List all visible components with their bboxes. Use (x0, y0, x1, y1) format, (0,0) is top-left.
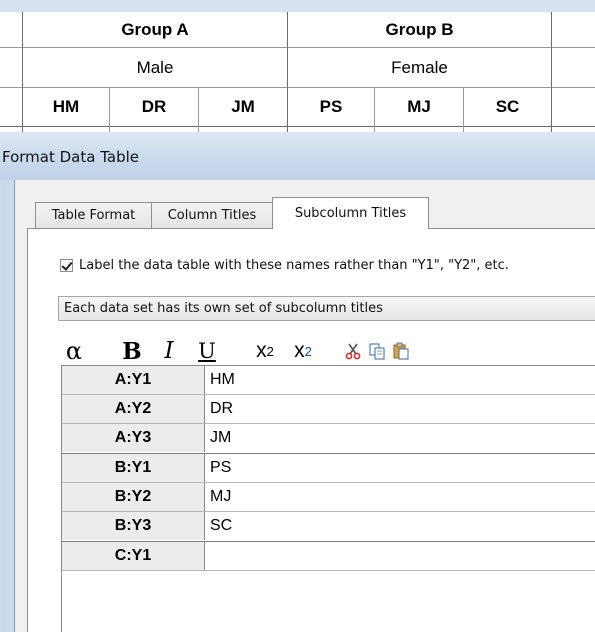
table-row: B:Y1 PS (62, 454, 595, 482)
format-data-table-dialog: Format Data Table Table Format Column Ti… (0, 132, 595, 632)
sheet-top-band (0, 0, 595, 12)
underline-icon[interactable]: U (196, 337, 218, 365)
tab-column-titles[interactable]: Column Titles (151, 202, 273, 228)
subcolumn-row-label: B:Y2 (62, 483, 205, 511)
subcolumn-header-mj[interactable]: MJ (375, 88, 463, 126)
grid-divider (62, 482, 595, 483)
subcolumn-title-field[interactable]: JM (206, 424, 595, 452)
sheet-column-border (551, 12, 552, 132)
subcolumn-title-field[interactable]: DR (206, 395, 595, 423)
subcolumn-row-label: C:Y1 (62, 542, 205, 570)
table-row: C:Y1 (62, 542, 595, 570)
group-b-header[interactable]: Group B (288, 12, 551, 47)
subcolumn-title-mode-select[interactable]: Each data set has its own set of subcolu… (58, 296, 595, 321)
grid-divider (62, 453, 595, 454)
dialog-title: Format Data Table (2, 148, 139, 166)
subcolumn-row-label: B:Y3 (62, 512, 205, 540)
paste-icon[interactable] (390, 337, 412, 365)
subcolumn-header-sc[interactable]: SC (464, 88, 551, 126)
subcolumn-title-field[interactable]: SC (206, 512, 595, 540)
subcolumn-title-field[interactable]: HM (206, 366, 595, 394)
sheet-column-border (287, 12, 288, 132)
group-b-subtitle[interactable]: Female (288, 48, 551, 87)
table-row: A:Y1 HM (62, 366, 595, 394)
subcolumn-title-field[interactable]: PS (206, 454, 595, 482)
table-row: A:Y3 JM (62, 424, 595, 452)
sheet-divider (0, 87, 595, 88)
copy-icon[interactable] (366, 337, 388, 365)
italic-icon[interactable]: I (160, 337, 178, 365)
subcolumn-row-label: B:Y1 (62, 454, 205, 482)
sheet-divider (0, 47, 595, 48)
grid-divider (62, 511, 595, 512)
grid-divider (62, 423, 595, 424)
group-a-header[interactable]: Group A (23, 12, 287, 47)
table-row: A:Y2 DR (62, 395, 595, 423)
subcolumn-header-ps[interactable]: PS (288, 88, 374, 126)
tab-table-format[interactable]: Table Format (35, 202, 152, 228)
tab-subcolumn-titles[interactable]: Subcolumn Titles (272, 197, 429, 229)
label-names-option[interactable]: Label the data table with these names ra… (60, 258, 509, 273)
grid-divider (62, 570, 595, 571)
sheet-column-border (463, 88, 464, 132)
bold-icon[interactable]: B (120, 337, 144, 365)
sheet-column-border (22, 12, 23, 132)
subcolumn-row-label: A:Y2 (62, 395, 205, 423)
table-row: B:Y3 SC (62, 512, 595, 540)
label-names-checkbox-label: Label the data table with these names ra… (79, 258, 509, 273)
subcolumn-title-field[interactable] (206, 542, 595, 570)
grid-divider (62, 541, 595, 542)
subcolumn-title-field[interactable]: MJ (206, 483, 595, 511)
subcolumn-header-dr[interactable]: DR (110, 88, 198, 126)
grid-divider (62, 394, 595, 395)
sheet-divider (0, 126, 595, 127)
group-a-subtitle[interactable]: Male (23, 48, 287, 87)
sheet-column-border (198, 88, 199, 132)
data-sheet-header: Group A Group B Male Female HM DR JM PS … (0, 0, 595, 132)
cut-icon[interactable] (342, 337, 364, 365)
subcolumn-header-hm[interactable]: HM (23, 88, 109, 126)
subcolumn-row-label: A:Y1 (62, 366, 205, 394)
sheet-column-border (109, 88, 110, 132)
sheet-column-border (374, 88, 375, 132)
subcolumn-row-label: A:Y3 (62, 424, 205, 452)
alpha-icon[interactable]: α (62, 337, 86, 365)
superscript-icon[interactable]: x2 (248, 337, 282, 365)
subcolumn-header-jm[interactable]: JM (199, 88, 287, 126)
subscript-icon[interactable]: x2 (286, 337, 320, 365)
label-names-checkbox[interactable] (60, 259, 73, 272)
table-row: B:Y2 MJ (62, 483, 595, 511)
dialog-titlebar[interactable]: Format Data Table (0, 132, 595, 180)
